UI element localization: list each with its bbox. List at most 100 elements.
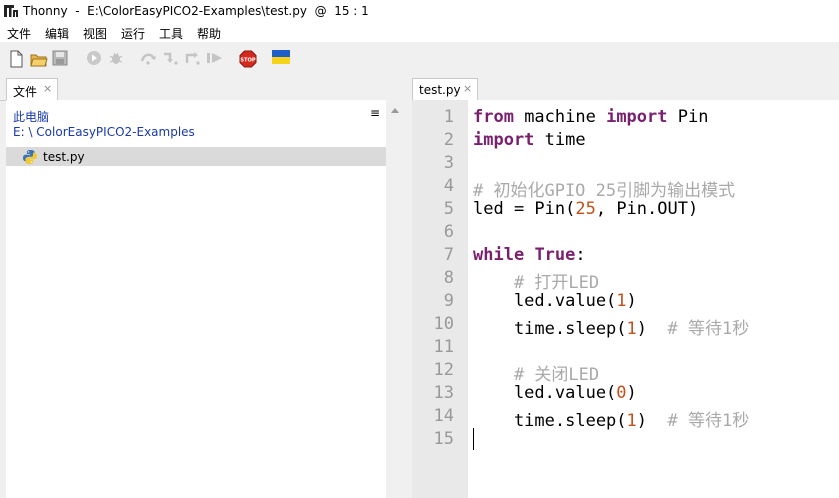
file-name: test.py [43, 150, 85, 164]
step-into-icon[interactable] [162, 50, 180, 68]
menu-file[interactable]: 文件 [7, 25, 31, 42]
code-line[interactable]: led.value(0) [473, 383, 637, 403]
editor-tab-bar: test.py × [412, 76, 839, 101]
menu-run[interactable]: 运行 [121, 25, 145, 42]
number-token: 1 [616, 291, 627, 311]
python-file-icon [23, 150, 37, 164]
code-area[interactable]: from machine import Pin import time # 初始化G… [473, 100, 839, 498]
code-line[interactable]: time.sleep(1) # 等待1秒 [473, 314, 749, 339]
line-number: 5 [443, 199, 454, 219]
code-token: time [534, 130, 586, 150]
line-number: 6 [443, 222, 454, 242]
number-token: 1 [626, 411, 637, 431]
code-token: ) [626, 291, 637, 311]
step-over-icon[interactable] [140, 50, 158, 68]
code-line[interactable]: from machine import Pin [473, 107, 708, 127]
number-token: 25 [575, 199, 596, 219]
code-token: machine [513, 107, 607, 127]
line-number: 7 [443, 245, 454, 265]
code-line[interactable]: led.value(1) [473, 291, 637, 311]
stop-icon[interactable]: STOP [239, 50, 257, 68]
keyword-token: import [606, 107, 668, 127]
code-line[interactable]: while True: [473, 245, 586, 265]
keyword-token: True [534, 245, 576, 265]
line-number: 2 [443, 130, 454, 150]
tab-test-py-label: test.py [419, 83, 461, 97]
location-path[interactable]: E: \ ColorEasyPICO2-Examples [13, 125, 195, 139]
thonny-app-icon [4, 5, 18, 17]
line-number: 8 [443, 268, 454, 288]
open-file-icon[interactable] [30, 50, 48, 68]
number-token: 0 [616, 383, 627, 403]
ukraine-flag-icon[interactable] [272, 50, 290, 68]
keyword-token: from [473, 107, 514, 127]
comment-token: # 关闭LED [513, 365, 600, 385]
files-scrollbar[interactable] [386, 100, 406, 498]
line-number: 9 [443, 291, 454, 311]
code-token: ) [636, 411, 668, 431]
list-item[interactable]: test.py [6, 147, 386, 166]
line-number: 11 [433, 337, 454, 357]
code-line[interactable]: # 关闭LED [473, 360, 599, 385]
line-number-gutter: 1 2 3 4 5 6 7 8 9 10 11 12 13 14 15 [412, 100, 468, 498]
pane-menu-icon[interactable]: ≡ [370, 106, 380, 120]
step-out-icon[interactable] [184, 50, 202, 68]
code-token: led.value( [473, 291, 617, 311]
code-line[interactable]: # 打开LED [473, 268, 599, 293]
menu-view[interactable]: 视图 [83, 25, 107, 42]
comment-token: # 等待1秒 [667, 411, 750, 431]
line-number: 15 [433, 429, 454, 449]
save-icon[interactable] [52, 50, 70, 68]
code-token: ) [636, 319, 668, 339]
debug-icon[interactable] [108, 50, 126, 68]
line-number: 12 [433, 360, 454, 380]
menu-bar: 文件 编辑 视图 运行 工具 帮助 [0, 22, 839, 42]
comment-token: # 初始化GPIO 25引脚为输出模式 [473, 181, 736, 201]
code-token: time.sleep( [473, 319, 627, 339]
close-icon[interactable]: × [43, 82, 52, 95]
resume-icon[interactable] [206, 50, 224, 68]
line-number: 13 [433, 383, 454, 403]
code-token: led = Pin( [473, 199, 576, 219]
comment-token: # 打开LED [513, 273, 600, 293]
line-number: 1 [443, 107, 454, 127]
window-title: Thonny - E:\ColorEasyPICO2-Examples\test… [23, 4, 369, 18]
code-token: time.sleep( [473, 411, 627, 431]
tab-test-py[interactable]: test.py × [412, 78, 478, 100]
code-token: led.value( [473, 383, 617, 403]
text-cursor [473, 428, 474, 450]
code-token: ) [626, 383, 637, 403]
code-line[interactable]: time.sleep(1) # 等待1秒 [473, 406, 749, 431]
code-line[interactable]: # 初始化GPIO 25引脚为输出模式 [473, 176, 735, 201]
tab-files[interactable]: 文件 × [6, 78, 58, 100]
keyword-token: while [473, 245, 525, 265]
run-icon[interactable] [86, 50, 104, 68]
code-token: , Pin.OUT) [595, 199, 699, 219]
new-file-icon[interactable] [8, 50, 26, 68]
keyword-token: import [473, 130, 535, 150]
comment-token: # 等待1秒 [667, 319, 750, 339]
stop-icon-label: STOP [240, 58, 256, 64]
location-this-pc[interactable]: 此电脑 [13, 108, 49, 125]
files-tab-bar: 文件 × [0, 76, 406, 101]
menu-help[interactable]: 帮助 [197, 25, 221, 42]
code-editor[interactable]: 1 2 3 4 5 6 7 8 9 10 11 12 13 14 15 from machine impor… [412, 100, 839, 498]
tab-files-label: 文件 [13, 85, 38, 99]
menu-tools[interactable]: 工具 [159, 25, 183, 42]
line-number: 10 [433, 314, 454, 334]
toolbar: STOP [0, 42, 839, 76]
scroll-up-arrow-icon[interactable] [391, 108, 399, 113]
code-line[interactable]: import time [473, 130, 586, 150]
line-number: 3 [443, 153, 454, 173]
code-token: : [575, 245, 586, 265]
code-line[interactable]: led = Pin(25, Pin.OUT) [473, 199, 698, 219]
menu-edit[interactable]: 编辑 [45, 25, 69, 42]
line-number: 14 [433, 406, 454, 426]
number-token: 1 [626, 319, 637, 339]
close-icon[interactable]: × [463, 82, 472, 95]
files-pane: 此电脑 E: \ ColorEasyPICO2-Examples ≡ test.… [6, 100, 386, 498]
code-token: Pin [667, 107, 709, 127]
